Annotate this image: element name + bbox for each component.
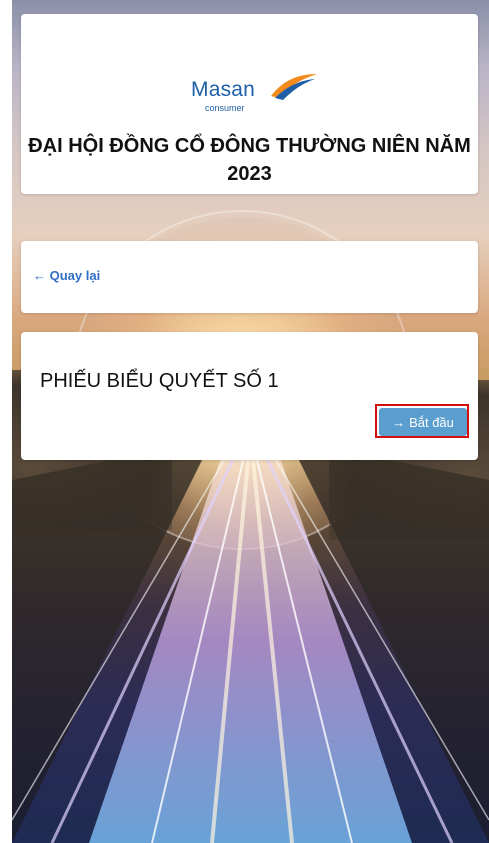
start-button-label: Bắt đầu — [409, 414, 454, 430]
brand-tagline: consumer — [205, 103, 245, 113]
app-screen: Masan consumer ĐẠI HỘI ĐỒNG CỔ ĐÔNG THƯỜ… — [12, 0, 489, 843]
background-railway-tracks — [12, 440, 489, 843]
ballot-title: PHIẾU BIỂU QUYẾT SỐ 1 — [40, 370, 279, 392]
brand-swoosh-icon — [271, 74, 317, 100]
start-button[interactable]: → Bắt đầu — [379, 408, 467, 436]
back-link[interactable]: ← Quay lại — [33, 268, 100, 283]
brand-name: Masan — [191, 78, 256, 101]
arrow-left-icon: ← — [33, 268, 46, 283]
masan-logo: Masan consumer — [191, 70, 321, 116]
back-link-label: Quay lại — [49, 268, 101, 283]
meeting-header-card: Masan consumer ĐẠI HỘI ĐỒNG CỔ ĐÔNG THƯỜ… — [21, 14, 478, 194]
ballot-card: PHIẾU BIỂU QUYẾT SỐ 1 → Bắt đầu — [21, 332, 478, 460]
navigation-card: ← Quay lại — [21, 241, 478, 313]
arrow-right-icon: → — [392, 414, 406, 430]
meeting-title: ĐẠI HỘI ĐỒNG CỔ ĐÔNG THƯỜNG NIÊN NĂM 202… — [28, 135, 471, 185]
